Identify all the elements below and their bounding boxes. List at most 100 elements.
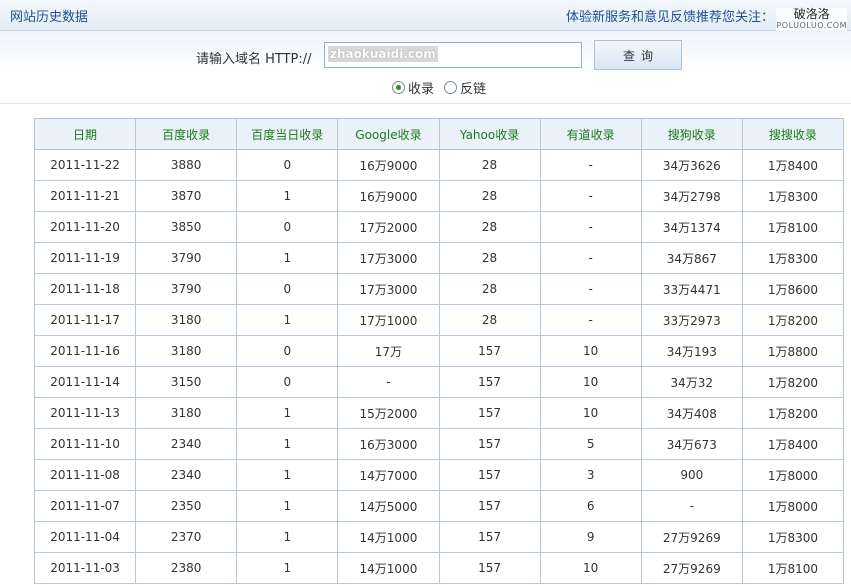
table-cell: 14万7000 bbox=[337, 459, 440, 491]
column-header: 百度收录 bbox=[135, 118, 238, 150]
table-cell: 3870 bbox=[135, 180, 238, 212]
table-cell: 1 bbox=[236, 304, 339, 336]
table-cell: 1万8200 bbox=[741, 304, 845, 336]
table-cell: 2340 bbox=[135, 428, 238, 460]
table-cell: 1万8800 bbox=[741, 335, 845, 367]
table-cell: 17万3000 bbox=[337, 242, 440, 274]
table-cell: 2011-11-17 bbox=[33, 304, 137, 336]
table-cell: 16万9000 bbox=[337, 149, 440, 181]
table-cell: 1 bbox=[236, 242, 339, 274]
table-cell: 10 bbox=[539, 335, 642, 367]
table-cell: 10 bbox=[539, 397, 642, 429]
table-cell: 157 bbox=[438, 490, 541, 522]
table-cell: 28 bbox=[438, 304, 541, 336]
table-cell: 17万3000 bbox=[337, 273, 440, 305]
table-cell: 2370 bbox=[135, 521, 238, 553]
table-cell: - bbox=[640, 490, 743, 522]
table-cell: - bbox=[539, 273, 642, 305]
table-cell: 2011-11-04 bbox=[33, 521, 137, 553]
table-cell: - bbox=[539, 149, 642, 181]
table-cell: 34万3626 bbox=[640, 149, 743, 181]
table-body: 2011-11-22 3880 0 16万9000 28-34万3626 1万8400 20… bbox=[33, 149, 845, 584]
table-cell: 1 bbox=[236, 490, 339, 522]
table-cell: 0 bbox=[236, 335, 339, 367]
table-cell: - bbox=[337, 366, 440, 398]
table-cell: 17万2000 bbox=[337, 211, 440, 243]
table-cell: - bbox=[539, 304, 642, 336]
table-cell: 2011-11-13 bbox=[33, 397, 137, 429]
table-row: 2011-11-20 3850 0 17万2000 28-34万1374 1万8100 bbox=[33, 211, 845, 243]
watermark-main: 破洛洛 bbox=[793, 7, 830, 21]
query-button[interactable]: 查询 bbox=[594, 40, 682, 70]
table-cell: 2011-11-21 bbox=[33, 180, 137, 212]
table-cell: 1 bbox=[236, 397, 339, 429]
table-cell: 6 bbox=[539, 490, 642, 522]
table-cell: 10 bbox=[539, 552, 642, 584]
page-title: 网站历史数据 bbox=[10, 10, 89, 25]
query-type-radio-group: 收录 反链 bbox=[392, 78, 492, 98]
table-cell: 0 bbox=[236, 273, 339, 305]
table-cell: 1 bbox=[236, 521, 339, 553]
radio-label-index: 收录 bbox=[408, 82, 435, 97]
table-cell: 1万8000 bbox=[741, 459, 845, 491]
table-cell: 1万8200 bbox=[741, 366, 845, 398]
table-cell: 14万1000 bbox=[337, 521, 440, 553]
table-cell: 3880 bbox=[135, 149, 238, 181]
table-cell: 900 bbox=[640, 459, 743, 491]
table-cell: 157 bbox=[438, 428, 541, 460]
table-cell: 34万2798 bbox=[640, 180, 743, 212]
table-row: 2011-11-04 2370 1 14万1000 157 9 27万9269 1万8300 bbox=[33, 521, 845, 553]
table-cell: 157 bbox=[438, 552, 541, 584]
table-cell: 1万8200 bbox=[741, 397, 845, 429]
table-cell: 3180 bbox=[135, 304, 238, 336]
column-header: 百度当日收录 bbox=[236, 118, 339, 150]
table-cell: 0 bbox=[236, 149, 339, 181]
table-cell: 2011-11-14 bbox=[33, 366, 137, 398]
table-row: 2011-11-22 3880 0 16万9000 28-34万3626 1万8400 bbox=[33, 149, 845, 181]
table-cell: 14万1000 bbox=[337, 552, 440, 584]
table-cell: - bbox=[539, 180, 642, 212]
table-cell: 2011-11-16 bbox=[33, 335, 137, 367]
table-cell: 33万4471 bbox=[640, 273, 743, 305]
table-cell: 2011-11-10 bbox=[33, 428, 137, 460]
table-cell: 157 bbox=[438, 459, 541, 491]
table-row: 2011-11-19 3790 1 17万3000 28-34万867 1万8300 bbox=[33, 242, 845, 274]
table-header-row: 日期 百度收录 百度当日收录 Google收录 Yahoo收录 有道收录 搜狗收录 搜搜收录 bbox=[33, 118, 845, 150]
domain-input-value: zhaokuaidi.com bbox=[328, 46, 438, 62]
table-cell: 3180 bbox=[135, 397, 238, 429]
table-cell: 16万9000 bbox=[337, 180, 440, 212]
table-row: 2011-11-14 3150 0-157 10 34万32 1万8200 bbox=[33, 366, 845, 398]
table-cell: 157 bbox=[438, 521, 541, 553]
table-cell: 1万8300 bbox=[741, 242, 845, 274]
table-cell: 1万8300 bbox=[741, 521, 845, 553]
table-cell: 27万9269 bbox=[640, 552, 743, 584]
table-cell: 28 bbox=[438, 180, 541, 212]
table-cell: 28 bbox=[438, 273, 541, 305]
table-cell: 1 bbox=[236, 428, 339, 460]
table-cell: 10 bbox=[539, 366, 642, 398]
table-cell: 1万8100 bbox=[741, 211, 845, 243]
table-cell: 17万1000 bbox=[337, 304, 440, 336]
column-header: 日期 bbox=[33, 118, 137, 150]
table-cell: - bbox=[539, 211, 642, 243]
radio-unchecked-icon bbox=[444, 81, 458, 94]
column-header: Yahoo收录 bbox=[438, 118, 541, 150]
radio-option-index[interactable]: 收录 bbox=[392, 78, 434, 97]
table-cell: 34万32 bbox=[640, 366, 743, 398]
table-cell: 0 bbox=[236, 211, 339, 243]
table-cell: 2011-11-20 bbox=[33, 211, 137, 243]
table-cell: 3150 bbox=[135, 366, 238, 398]
table-row: 2011-11-13 3180 1 15万2000 157 10 34万408 1万8200 bbox=[33, 397, 845, 429]
table-cell: 2011-11-07 bbox=[33, 490, 137, 522]
table-cell: 28 bbox=[438, 211, 541, 243]
column-header: 搜狗收录 bbox=[640, 118, 743, 150]
table-cell: 1万8400 bbox=[741, 149, 845, 181]
table-cell: 3 bbox=[539, 459, 642, 491]
site-watermark: 破洛洛 POLUOLUO.COM bbox=[776, 8, 847, 32]
table-row: 2011-11-16 3180 0 17万 157 10 34万193 1万8800 bbox=[33, 335, 845, 367]
table-cell: 5 bbox=[539, 428, 642, 460]
table-cell: 33万2973 bbox=[640, 304, 743, 336]
radio-option-backlinks[interactable]: 反链 bbox=[444, 78, 486, 97]
domain-input[interactable]: zhaokuaidi.com bbox=[324, 42, 582, 68]
radio-label-backlinks: 反链 bbox=[460, 82, 487, 97]
